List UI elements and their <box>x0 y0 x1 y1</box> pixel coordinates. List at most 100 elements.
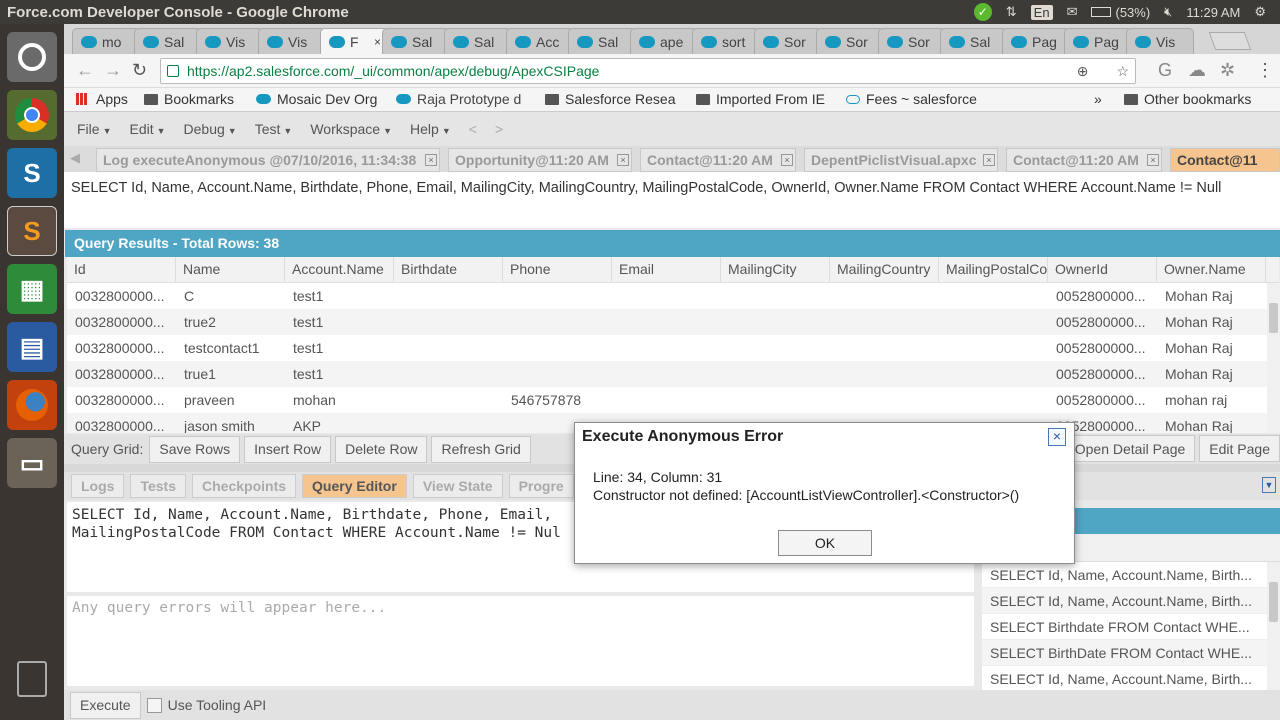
keyboard-layout[interactable]: En <box>1030 4 1053 20</box>
history-item[interactable]: SELECT Birthdate FROM Contact WHE... <box>982 614 1267 640</box>
table-cell[interactable] <box>612 361 721 387</box>
volume-icon[interactable]: 🔇︎ <box>1164 4 1172 20</box>
trash-icon[interactable] <box>7 654 57 704</box>
table-cell[interactable]: test1 <box>285 361 394 387</box>
table-row[interactable]: 0032800000... praveen mohan 546757878 005280… <box>67 387 1267 413</box>
history-item[interactable]: SELECT Id, Name, Account.Name, Birth... <box>982 588 1267 614</box>
table-cell[interactable] <box>612 283 721 309</box>
browser-tab[interactable]: ape <box>630 28 698 54</box>
browser-tab[interactable]: Sor <box>816 28 884 54</box>
table-row[interactable]: 0032800000... true1 test1 0052800000... Moha… <box>67 361 1267 387</box>
browser-tab[interactable]: Vis <box>1126 28 1194 54</box>
workspace-tab[interactable]: Opportunity@11:20 AM × <box>448 148 632 172</box>
table-cell[interactable] <box>721 387 830 413</box>
table-cell[interactable]: Mohan Raj <box>1157 335 1266 361</box>
bookmark-imported[interactable]: Imported From IE <box>696 91 825 107</box>
table-cell[interactable]: true2 <box>176 309 285 335</box>
close-tab-icon[interactable]: × <box>983 154 995 166</box>
menu-test[interactable]: Test ▼ <box>255 121 293 137</box>
firefox-icon[interactable] <box>7 380 57 430</box>
table-cell[interactable]: 0032800000... <box>67 283 176 309</box>
query-text[interactable]: SELECT Id, Name, Account.Name, Birthdate… <box>64 172 1280 228</box>
save-rows-button[interactable]: Save Rows <box>149 435 241 463</box>
table-cell[interactable] <box>394 335 503 361</box>
table-cell[interactable]: 0032800000... <box>67 335 176 361</box>
table-cell[interactable] <box>503 335 612 361</box>
bookmark-mosaic[interactable]: Mosaic Dev Org <box>256 91 377 107</box>
mail-icon[interactable]: ✉ <box>1067 4 1078 20</box>
close-tab-icon[interactable]: × <box>1147 154 1159 166</box>
table-cell[interactable] <box>721 361 830 387</box>
bookmark-raja[interactable]: Raja Prototype d <box>396 91 521 107</box>
insert-row-button[interactable]: Insert Row <box>244 435 332 463</box>
column-header[interactable]: Birthdate <box>394 257 503 282</box>
workspace-tab[interactable]: Contact@11:20 AM × <box>640 148 796 172</box>
history-forward-button[interactable]: > <box>495 121 503 137</box>
table-cell[interactable] <box>830 387 939 413</box>
url-field[interactable]: https://ap2.salesforce.com/_ui/common/ap… <box>160 58 1136 84</box>
column-header[interactable]: Phone <box>503 257 612 282</box>
workspace-tab[interactable]: DepentPiclistVisual.apxc × <box>804 148 998 172</box>
column-header[interactable]: Account.Name <box>285 257 394 282</box>
table-cell[interactable]: mohan raj <box>1157 387 1266 413</box>
table-cell[interactable] <box>394 387 503 413</box>
table-cell[interactable] <box>830 283 939 309</box>
table-cell[interactable] <box>830 309 939 335</box>
other-bookmarks[interactable]: Other bookmarks <box>1124 91 1251 107</box>
table-cell[interactable] <box>612 335 721 361</box>
cloud-icon[interactable]: ☁ <box>1188 60 1206 81</box>
browser-tab[interactable]: sort <box>692 28 760 54</box>
tab-query-editor[interactable]: Query Editor <box>302 474 407 498</box>
close-icon[interactable]: × <box>1048 428 1066 446</box>
table-cell[interactable] <box>503 283 612 309</box>
chrome-menu-icon[interactable]: ⋮ <box>1256 60 1274 81</box>
table-cell[interactable] <box>612 387 721 413</box>
bookmark-fees[interactable]: Fees ~ salesforce <box>846 91 977 107</box>
table-cell[interactable]: praveen <box>176 387 285 413</box>
browser-tab[interactable]: Sal <box>134 28 202 54</box>
table-cell[interactable]: 0032800000... <box>67 361 176 387</box>
table-cell[interactable] <box>721 335 830 361</box>
table-row[interactable]: 0032800000... true2 test1 0052800000... Moha… <box>67 309 1267 335</box>
column-header[interactable]: MailingPostalCo <box>939 257 1048 282</box>
table-cell[interactable] <box>394 309 503 335</box>
browser-tab[interactable]: Vis <box>258 28 326 54</box>
menu-workspace[interactable]: Workspace ▼ <box>310 121 392 137</box>
tab-logs[interactable]: Logs <box>71 474 125 498</box>
close-tab-icon[interactable]: × <box>617 154 629 166</box>
table-cell[interactable]: true1 <box>176 361 285 387</box>
update-icon[interactable]: ✓ <box>973 3 992 21</box>
menu-edit[interactable]: Edit ▼ <box>129 121 165 137</box>
history-item[interactable]: SELECT Id, Name, Account.Name, Birth... <box>982 666 1267 692</box>
tab-progress[interactable]: Progre <box>508 474 574 498</box>
column-header[interactable]: Name <box>176 257 285 282</box>
collapse-panel-icon[interactable]: ▼ <box>1262 477 1276 493</box>
forward-icon[interactable]: → <box>104 60 122 81</box>
power-gear-icon[interactable]: ⚙ <box>1254 4 1266 20</box>
column-header[interactable]: OwnerId <box>1048 257 1157 282</box>
table-cell[interactable]: 0052800000... <box>1048 283 1157 309</box>
table-cell[interactable]: 0052800000... <box>1048 309 1157 335</box>
table-cell[interactable]: mohan <box>285 387 394 413</box>
table-cell[interactable]: Mohan Raj <box>1157 309 1266 335</box>
tabs-scroll-left-icon[interactable]: ◀ <box>70 150 80 166</box>
bookmark-folder[interactable]: Bookmarks <box>144 91 234 107</box>
table-cell[interactable]: 0052800000... <box>1048 387 1157 413</box>
tab-tests[interactable]: Tests <box>130 474 186 498</box>
table-cell[interactable]: test1 <box>285 283 394 309</box>
browser-tab[interactable]: F × <box>320 28 388 54</box>
browser-tab[interactable]: Sal <box>568 28 636 54</box>
table-cell[interactable]: 0032800000... <box>67 413 176 433</box>
browser-tab[interactable]: Pag <box>1064 28 1132 54</box>
table-cell[interactable]: Mohan Raj <box>1157 361 1266 387</box>
impress-icon[interactable]: ▤ <box>7 322 57 372</box>
workspace-tab[interactable]: Log executeAnonymous @07/10/2016, 11:34:… <box>96 148 440 172</box>
dash-home-icon[interactable] <box>7 32 57 82</box>
workspace-tab[interactable]: Contact@11:20 AM × <box>1006 148 1162 172</box>
tab-view-state[interactable]: View State <box>412 474 503 498</box>
chrome-icon[interactable] <box>7 90 57 140</box>
table-cell[interactable]: 0032800000... <box>67 387 176 413</box>
workspace-tab[interactable]: Contact@11 <box>1170 148 1280 172</box>
column-header[interactable]: Email <box>612 257 721 282</box>
column-header[interactable]: MailingCountry <box>830 257 939 282</box>
